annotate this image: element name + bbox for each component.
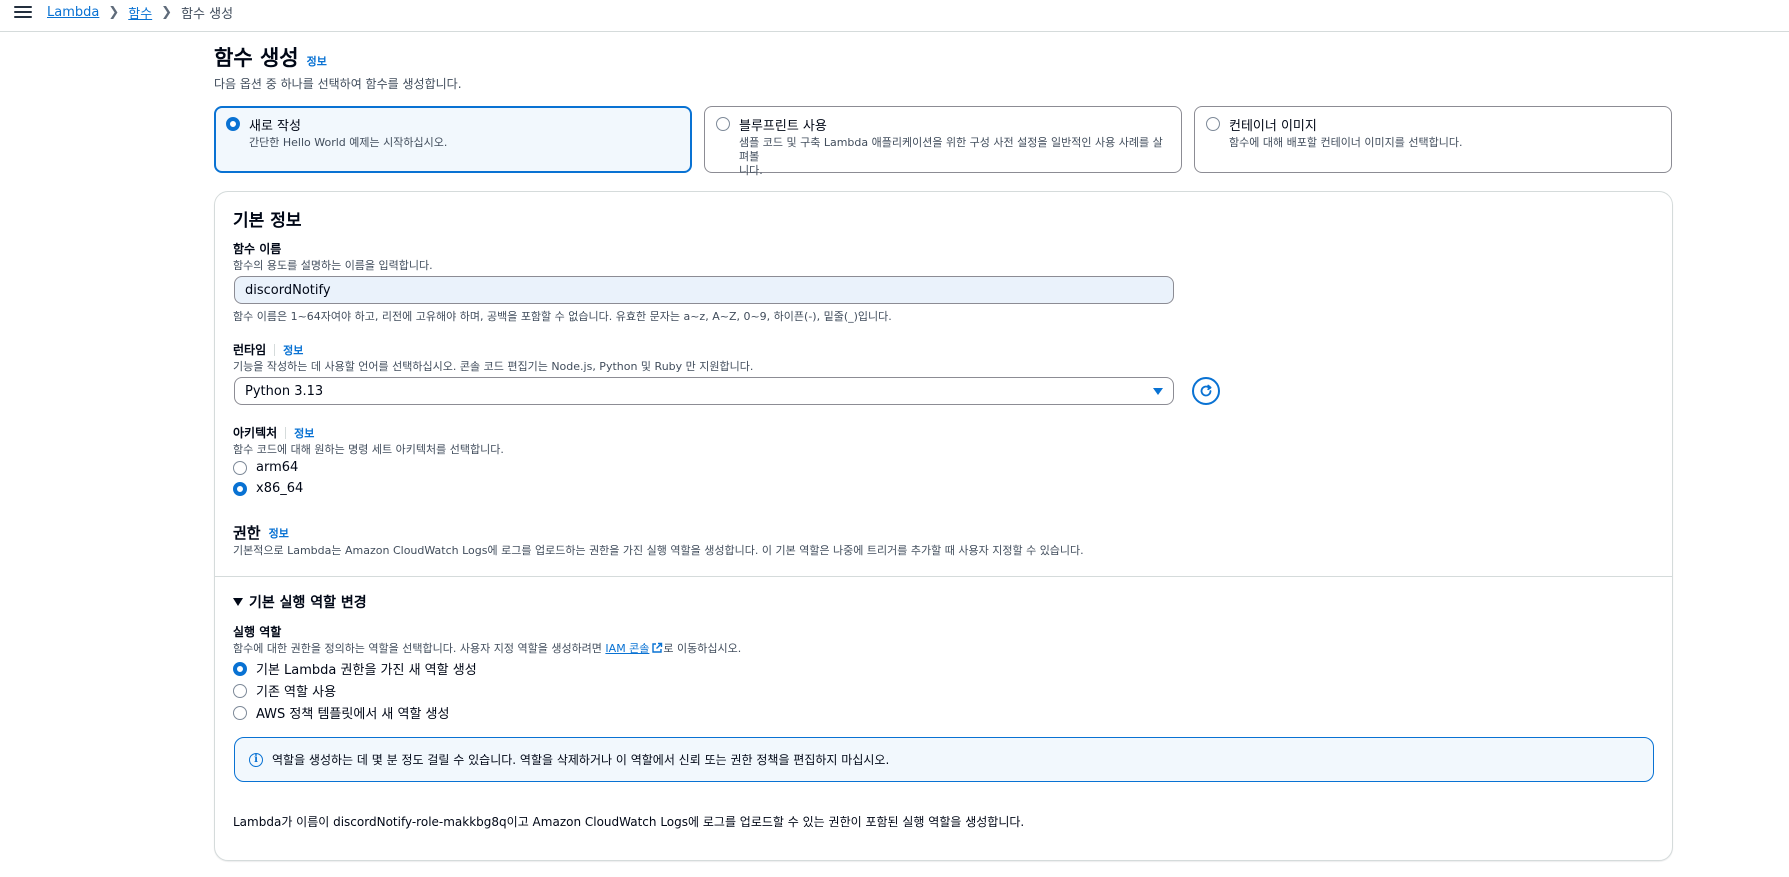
runtime-label: 런타임 정보 (233, 341, 303, 358)
option-title: 컨테이너 이미지 (1229, 119, 1317, 134)
role-summary-text: Lambda가 이름이 discordNotify-role-makkbg8q이… (233, 815, 1025, 829)
page-title-text: 함수 생성 (214, 46, 299, 70)
role-option-label: AWS 정책 템플릿에서 새 역할 생성 (256, 707, 450, 722)
option-author-from-scratch[interactable]: 새로 작성 간단한 Hello World 예제는 시작하십시오. (214, 106, 692, 173)
breadcrumb-current: 함수 생성 (181, 7, 234, 22)
radio-container-image[interactable] (1206, 117, 1220, 131)
function-name-hint: 함수 이름은 1~64자여야 하고, 리전에 고유해야 하며, 공백을 포함할 … (233, 310, 892, 323)
permissions-desc: 기본적으로 Lambda는 Amazon CloudWatch Logs에 로그… (233, 544, 1084, 557)
page-info-link[interactable]: 정보 (307, 53, 327, 69)
chevron-right-icon: ❯ (108, 5, 120, 20)
external-link-icon (652, 642, 663, 653)
radio-existing-role[interactable] (233, 683, 247, 698)
execution-role-desc: 함수에 대한 권한을 정의하는 역할을 선택합니다. 사용자 지정 역할을 생성… (233, 640, 741, 656)
option-desc: 샘플 코드 및 구축 Lambda 애플리케이션을 위한 구성 사전 설정을 일… (739, 136, 1171, 178)
architecture-option-label: x86_64 (256, 481, 304, 496)
radio-arm64[interactable] (233, 460, 247, 475)
execution-role-desc-before: 함수에 대한 권한을 정의하는 역할을 선택합니다. 사용자 지정 역할을 생성… (233, 642, 606, 655)
breadcrumb: Lambda ❯ 함수 ❯ 함수 생성 (47, 3, 233, 22)
radio-use-blueprint[interactable] (716, 117, 730, 131)
radio-x86-64[interactable] (233, 481, 247, 496)
option-desc: 함수에 대해 배포할 컨테이너 이미지를 선택합니다. (1229, 136, 1463, 149)
label-separator (285, 426, 287, 439)
option-title: 새로 작성 (249, 119, 301, 134)
runtime-desc: 기능을 작성하는 데 사용할 언어를 선택하십시오. 콘솔 코드 편집기는 No… (233, 360, 754, 373)
permissions-info-link[interactable]: 정보 (269, 525, 289, 541)
architecture-label: 아키텍처 정보 (233, 424, 314, 441)
architecture-info-link[interactable]: 정보 (294, 425, 314, 441)
refresh-runtime-button[interactable] (1192, 377, 1220, 405)
runtime-label-text: 런타임 (233, 343, 267, 357)
basic-info-container: 기본 정보 함수 이름 함수의 용도를 설명하는 이름을 입력합니다. 함수 이… (214, 191, 1673, 861)
expander-label: 기본 실행 역할 변경 (249, 595, 367, 611)
option-container-image[interactable]: 컨테이너 이미지 함수에 대해 배포할 컨테이너 이미지를 선택합니다. (1194, 106, 1672, 173)
architecture-option-arm64[interactable]: arm64 (233, 460, 298, 475)
basic-info-title: 기본 정보 (233, 211, 302, 231)
label-separator (274, 343, 276, 356)
architecture-option-label: arm64 (256, 460, 299, 475)
role-creation-info-alert: i 역할을 생성하는 데 몇 분 정도 걸릴 수 있습니다. 역할을 삭제하거나… (234, 737, 1654, 782)
permissions-label: 권한 정보 (233, 522, 289, 543)
execution-role-label-text: 실행 역할 (233, 625, 282, 639)
runtime-select[interactable]: Python 3.13 (234, 377, 1174, 405)
refresh-icon (1200, 384, 1212, 397)
alert-text: 역할을 생성하는 데 몇 분 정도 걸릴 수 있습니다. 역할을 삭제하거나 이… (272, 753, 890, 767)
option-desc-line: 니다. (739, 164, 763, 177)
execution-role-label: 실행 역할 (233, 623, 281, 640)
function-name-label: 함수 이름 (233, 240, 281, 257)
role-option-label: 기본 Lambda 권한을 가진 새 역할 생성 (256, 663, 477, 678)
function-name-desc: 함수의 용도를 설명하는 이름을 입력합니다. (233, 259, 433, 272)
option-title: 블루프린트 사용 (739, 119, 827, 134)
role-option-existing[interactable]: 기존 역할 사용 (233, 681, 336, 700)
iam-console-link[interactable]: IAM 콘솔 (605, 642, 649, 655)
runtime-selected-value: Python 3.13 (245, 383, 324, 399)
architecture-desc: 함수 코드에 대해 원하는 명령 세트 아키텍처를 선택합니다. (233, 443, 504, 456)
option-use-blueprint[interactable]: 블루프린트 사용 샘플 코드 및 구축 Lambda 애플리케이션을 위한 구성… (704, 106, 1182, 177)
caret-down-icon (1153, 387, 1163, 395)
function-name-input[interactable] (234, 276, 1174, 304)
function-name-label-text: 함수 이름 (233, 242, 282, 256)
option-desc: 간단한 Hello World 예제는 시작하십시오. (249, 136, 448, 149)
section-divider (215, 576, 1672, 577)
page-title: 함수 생성 정보 (214, 42, 327, 72)
option-desc-line: 샘플 코드 및 구축 Lambda 애플리케이션을 위한 구성 사전 설정을 일… (739, 136, 1163, 163)
role-option-policy-template[interactable]: AWS 정책 템플릿에서 새 역할 생성 (233, 703, 449, 722)
info-icon: i (249, 752, 263, 767)
radio-new-basic-role[interactable] (233, 661, 247, 676)
execution-role-desc-after: 로 이동하십시오. (663, 642, 742, 655)
chevron-right-icon: ❯ (161, 5, 173, 20)
top-navigation-bar: Lambda ❯ 함수 ❯ 함수 생성 (0, 0, 1789, 32)
caret-down-icon (233, 598, 243, 606)
runtime-info-link[interactable]: 정보 (283, 342, 303, 358)
change-default-role-expander[interactable]: 기본 실행 역할 변경 (233, 592, 367, 612)
page-subtitle: 다음 옵션 중 하나를 선택하여 함수를 생성합니다. (214, 77, 462, 91)
breadcrumb-lambda-link[interactable]: Lambda (47, 5, 99, 20)
role-option-label: 기존 역할 사용 (256, 685, 337, 700)
permissions-label-text: 권한 (233, 524, 261, 542)
radio-policy-template-role[interactable] (233, 705, 247, 720)
architecture-label-text: 아키텍처 (233, 426, 278, 440)
menu-icon[interactable] (14, 4, 32, 20)
architecture-option-x86-64[interactable]: x86_64 (233, 481, 303, 496)
radio-author-from-scratch[interactable] (226, 117, 240, 131)
breadcrumb-functions-link[interactable]: 함수 (128, 3, 152, 22)
role-option-new-basic[interactable]: 기본 Lambda 권한을 가진 새 역할 생성 (233, 659, 477, 678)
